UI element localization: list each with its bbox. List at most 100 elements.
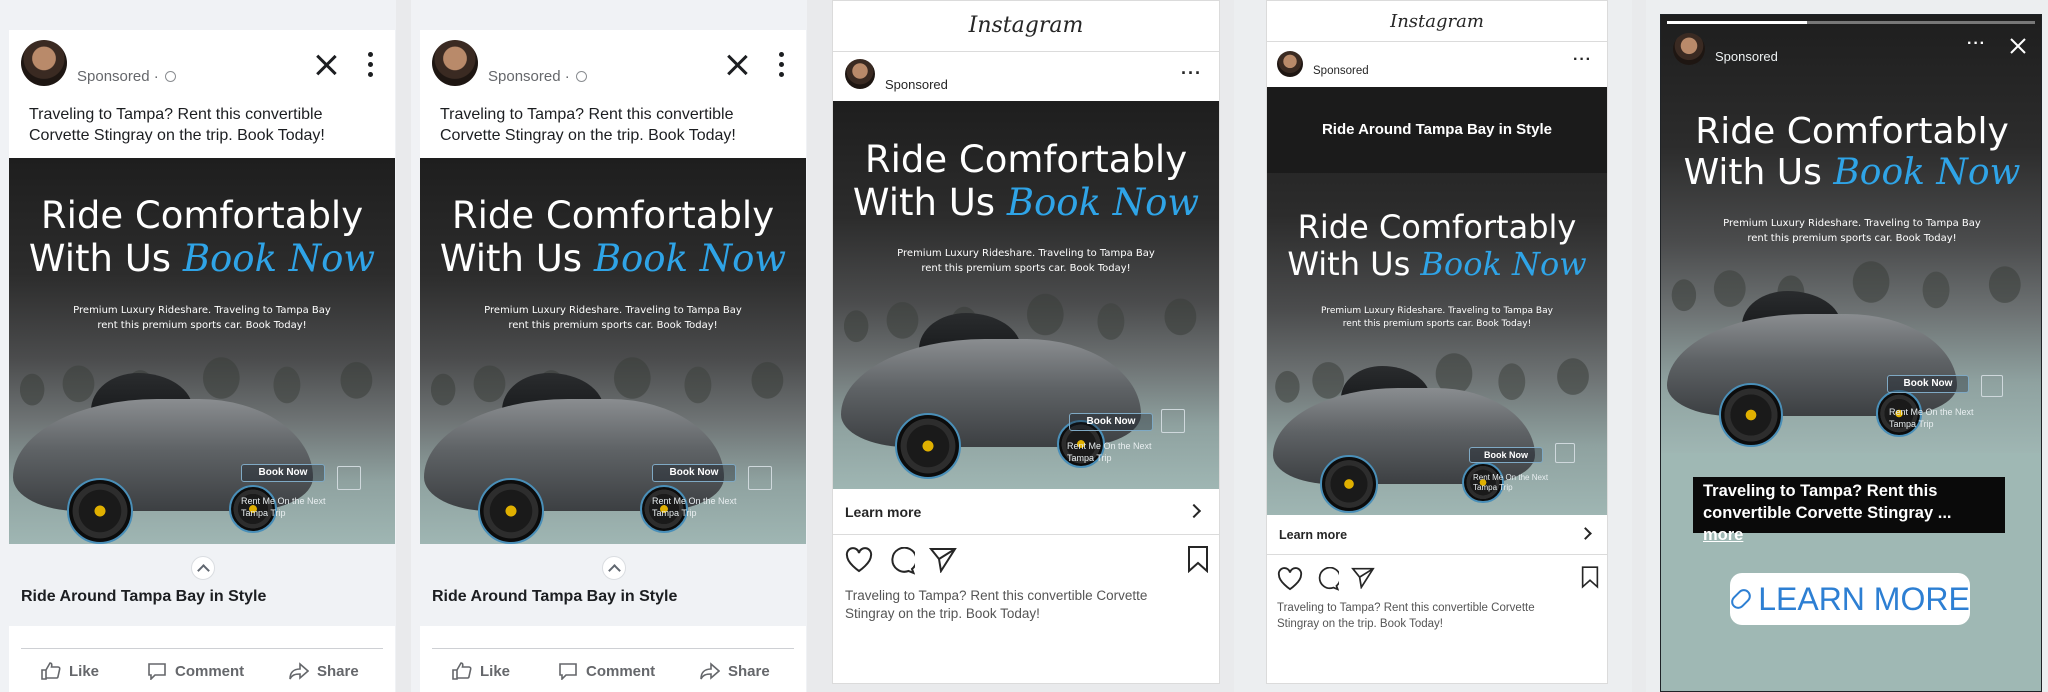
post-caption: Traveling to Tampa? Rent this convertibl… [440, 106, 736, 144]
comment-icon [559, 663, 577, 680]
creative-frame-icon [1161, 409, 1185, 433]
comment-button[interactable]: Comment [147, 662, 244, 680]
thumbs-up-icon [452, 662, 472, 680]
divider [432, 648, 794, 649]
share-button[interactable]: Share [289, 662, 359, 680]
instagram-feed-preview-compact: Instagram Sponsored ··· Ride Around Tamp… [1266, 0, 1608, 684]
chevron-right-icon [1579, 527, 1592, 540]
comment-icon [148, 663, 166, 680]
ad-creative-image[interactable]: Ride Comfortably With Us Book Now Premiu… [420, 158, 806, 544]
creative-overlay-note: Rent Me On the Next Tampa Trip [1067, 441, 1152, 463]
instagram-logo: Instagram [1390, 11, 1484, 32]
learn-more-button[interactable]: LEARN MORE [1728, 573, 1970, 625]
post-caption: Traveling to Tampa? Rent this convertibl… [845, 588, 1148, 622]
close-icon[interactable] [315, 54, 337, 76]
share-icon[interactable] [1351, 567, 1375, 589]
creative-subtext: Premium Luxury Rideshare. Traveling to T… [1321, 306, 1553, 330]
ad-creative-image[interactable]: Ride Around Tampa Bay in Style Ride Comf… [1267, 87, 1607, 515]
creative-overlay-note: Rent Me On the Next Tampa Trip [1889, 407, 1974, 429]
like-button[interactable]: Like [41, 662, 99, 680]
creative-book-now-overlay: Book Now [1469, 447, 1543, 463]
heart-icon[interactable] [845, 547, 873, 573]
story-progress-bar [1667, 21, 2035, 24]
sponsored-label: Sponsored [1313, 65, 1369, 77]
close-icon[interactable] [2009, 37, 2027, 55]
facebook-feed-preview-2: Sponsored · Traveling to Tampa? Rent thi… [411, 0, 807, 692]
heart-icon[interactable] [1277, 567, 1303, 591]
instagram-feed-preview: Instagram Sponsored ··· Ride Comfortably… [832, 0, 1220, 684]
creative-headline: Ride Comfortably With Us Book Now [1287, 208, 1587, 283]
avatar[interactable] [1673, 33, 1705, 65]
comment-icon[interactable] [887, 547, 915, 575]
creative-frame-icon [1555, 443, 1575, 463]
post-actions: Like Comment Share [9, 654, 395, 692]
instagram-logo: Instagram [968, 13, 1084, 38]
bookmark-icon[interactable] [1581, 565, 1599, 589]
learn-more-bar[interactable]: Learn more [833, 489, 1219, 535]
post-header: Sponsored · [9, 30, 395, 88]
globe-icon [164, 71, 176, 82]
creative-overlay-note: Rent Me On the Next Tampa Trip [241, 496, 326, 518]
thumbs-up-icon [41, 662, 61, 680]
sponsored-label: Sponsored [1715, 49, 1778, 64]
chevron-up-icon[interactable] [191, 556, 215, 580]
more-options-icon[interactable] [368, 52, 374, 80]
globe-icon [575, 71, 587, 82]
post-caption: Traveling to Tampa? Rent this convertibl… [1277, 602, 1535, 630]
creative-overlay-note: Rent Me On the Next Tampa Trip [652, 496, 737, 518]
creative-book-now-overlay: Book Now [241, 464, 325, 482]
instagram-story-preview: Ride Comfortably With Us Book Now Premiu… [1660, 14, 2042, 692]
ad-creative-image[interactable]: Ride Comfortably With Us Book Now Premiu… [833, 101, 1219, 489]
more-link[interactable]: more [1703, 526, 1743, 544]
creative-banner-headline: Ride Around Tampa Bay in Style [1321, 121, 1553, 138]
story-caption: Traveling to Tampa? Rent this convertibl… [1693, 477, 2005, 544]
avatar[interactable] [1277, 51, 1303, 77]
creative-headline: Ride Comfortably With Us Book Now [439, 194, 787, 280]
learn-more-bar[interactable]: Learn more [1267, 515, 1607, 555]
creative-frame-icon [337, 466, 361, 490]
avatar[interactable] [21, 40, 67, 86]
share-icon [700, 662, 720, 680]
chevron-up-icon[interactable] [602, 556, 626, 580]
sponsored-label: Sponsored · [488, 68, 587, 85]
more-options-icon[interactable] [779, 52, 785, 80]
share-button[interactable]: Share [700, 662, 770, 680]
link-icon [1728, 586, 1754, 612]
creative-frame-icon [748, 466, 772, 490]
creative-subtext: Premium Luxury Rideshare. Traveling to T… [484, 305, 742, 331]
more-options-icon[interactable]: ··· [1573, 51, 1592, 69]
sponsored-label: Sponsored · [77, 68, 176, 85]
chevron-right-icon [1186, 503, 1202, 519]
share-icon[interactable] [929, 547, 957, 573]
more-options-icon[interactable]: ··· [1967, 35, 1986, 53]
creative-subtext: Premium Luxury Rideshare. Traveling to T… [897, 248, 1155, 274]
creative-headline: Ride Comfortably With Us Book Now [852, 138, 1200, 224]
facebook-post-card: Sponsored · Traveling to Tampa? Rent thi… [9, 30, 395, 692]
creative-book-now-overlay: Book Now [652, 464, 736, 482]
ad-creative-image[interactable]: Ride Comfortably With Us Book Now Premiu… [9, 158, 395, 544]
bookmark-icon[interactable] [1187, 545, 1209, 573]
divider [21, 648, 383, 649]
comment-button[interactable]: Comment [558, 662, 655, 680]
close-icon[interactable] [726, 54, 748, 76]
creative-overlay-note: Rent Me On the Next Tampa Trip [1473, 473, 1549, 493]
creative-frame-icon [1981, 375, 2003, 397]
like-button[interactable]: Like [452, 662, 510, 680]
creative-subtext: Premium Luxury Rideshare. Traveling to T… [73, 305, 331, 331]
post-actions: Like Comment Share [420, 654, 806, 692]
facebook-feed-preview-1: Sponsored · Traveling to Tampa? Rent thi… [0, 0, 396, 692]
ad-preview-stage: Sponsored · Traveling to Tampa? Rent thi… [0, 0, 2048, 692]
avatar[interactable] [845, 59, 875, 89]
creative-headline: Ride Comfortably With Us Book Now [1683, 111, 2021, 194]
creative-subtext: Premium Luxury Rideshare. Traveling to T… [1723, 218, 1981, 244]
creative-headline: Ride Comfortably With Us Book Now [28, 194, 376, 280]
share-icon [289, 662, 309, 680]
creative-book-now-overlay: Book Now [1887, 375, 1969, 393]
post-caption: Traveling to Tampa? Rent this convertibl… [29, 106, 325, 144]
facebook-post-card: Sponsored · Traveling to Tampa? Rent thi… [420, 30, 806, 692]
comment-icon[interactable] [1315, 567, 1339, 591]
ad-creative-image[interactable]: Ride Comfortably With Us Book Now Premiu… [1661, 15, 2041, 453]
creative-book-now-overlay: Book Now [1069, 413, 1153, 431]
more-options-icon[interactable]: ··· [1181, 63, 1202, 84]
avatar[interactable] [432, 40, 478, 86]
